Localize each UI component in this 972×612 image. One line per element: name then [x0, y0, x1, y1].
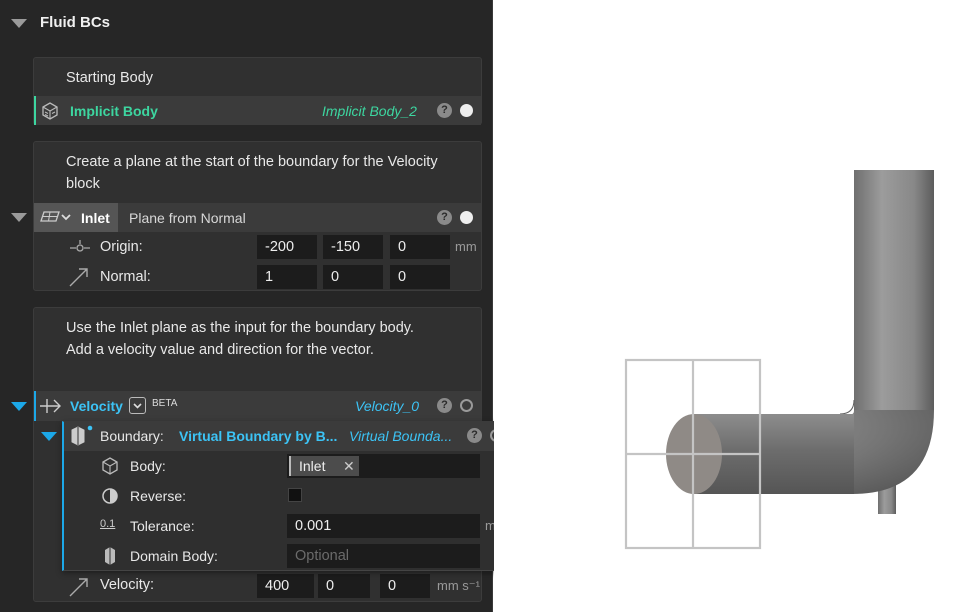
vector-x-input[interactable]: 400	[257, 574, 314, 598]
origin-x-input[interactable]: -200	[257, 235, 317, 259]
velocity-value[interactable]: Velocity_0	[355, 398, 419, 414]
inlet-name: Inlet	[81, 210, 110, 226]
pipe-model[interactable]	[494, 0, 972, 612]
body-label: Body:	[130, 458, 166, 474]
domain-body-icon	[105, 547, 115, 565]
beta-badge: BETA	[152, 398, 178, 409]
enabled-indicator[interactable]	[460, 104, 473, 117]
tolerance-input[interactable]: 0.001	[287, 514, 480, 538]
origin-unit: mm	[455, 239, 477, 254]
help-icon[interactable]: ?	[437, 103, 452, 118]
collapse-triangle-icon[interactable]	[11, 213, 27, 222]
tolerance-label: Tolerance:	[130, 518, 195, 534]
plane-icon	[40, 211, 60, 222]
domain-body-label: Domain Body:	[130, 548, 218, 564]
body-chip-label: Inlet	[299, 458, 326, 474]
help-icon[interactable]: ?	[437, 210, 452, 225]
velocity-icon	[40, 399, 61, 413]
enabled-indicator[interactable]	[460, 399, 473, 412]
inlet-mode[interactable]: Plane from Normal	[129, 210, 246, 226]
collapse-triangle-icon[interactable]	[41, 432, 57, 441]
velocity-dropdown[interactable]	[129, 397, 146, 414]
implicit-body-value[interactable]: Implicit Body_2	[322, 103, 417, 119]
velocity-name: Velocity	[70, 398, 123, 414]
inlet-note: Create a plane at the start of the bound…	[66, 154, 438, 192]
help-icon[interactable]: ?	[437, 398, 452, 413]
section-title: Fluid BCs	[40, 14, 110, 31]
implicit-body-type: Implicit Body	[70, 103, 158, 119]
origin-icon	[70, 240, 90, 252]
help-icon[interactable]: ?	[467, 428, 482, 443]
boundary-icon	[71, 425, 93, 446]
boundary-label: Boundary:	[100, 428, 164, 444]
body-chip[interactable]: Inlet ✕	[289, 456, 359, 476]
vector-label: Velocity:	[100, 577, 154, 593]
normal-label: Normal:	[100, 269, 151, 285]
origin-label: Origin:	[100, 239, 143, 255]
boundary-type[interactable]: Virtual Boundary by B...	[179, 428, 337, 444]
reverse-label: Reverse:	[130, 488, 187, 504]
normal-z-input[interactable]: 0	[390, 265, 450, 289]
chevron-down-icon[interactable]	[61, 212, 71, 222]
collapse-triangle-icon[interactable]	[11, 402, 27, 411]
tolerance-icon: 0.1	[100, 518, 116, 530]
reverse-checkbox[interactable]	[288, 488, 302, 502]
origin-y-input[interactable]: -150	[323, 235, 383, 259]
body-icon	[102, 457, 118, 475]
implicit-body-icon	[42, 102, 58, 120]
vector-arrow-icon	[69, 578, 88, 597]
remove-icon[interactable]: ✕	[343, 456, 355, 476]
collapse-triangle-icon[interactable]	[11, 19, 27, 28]
vector-y-input[interactable]: 0	[318, 574, 370, 598]
normal-arrow-icon	[69, 268, 88, 287]
3d-viewport[interactable]	[494, 0, 972, 612]
velocity-note: Use the Inlet plane as the input for the…	[66, 320, 414, 358]
boundary-value[interactable]: Virtual Bounda...	[349, 428, 452, 444]
enabled-indicator[interactable]	[460, 211, 473, 224]
chevron-down-icon	[133, 403, 142, 409]
vector-unit: mm s⁻¹	[437, 578, 480, 593]
normal-y-input[interactable]: 0	[323, 265, 383, 289]
reverse-icon	[102, 488, 118, 504]
vector-z-input[interactable]: 0	[380, 574, 430, 598]
origin-z-input[interactable]: 0	[390, 235, 450, 259]
starting-body-heading: Starting Body	[66, 70, 154, 86]
normal-x-input[interactable]: 1	[257, 265, 317, 289]
domain-body-input[interactable]: Optional	[287, 544, 480, 568]
